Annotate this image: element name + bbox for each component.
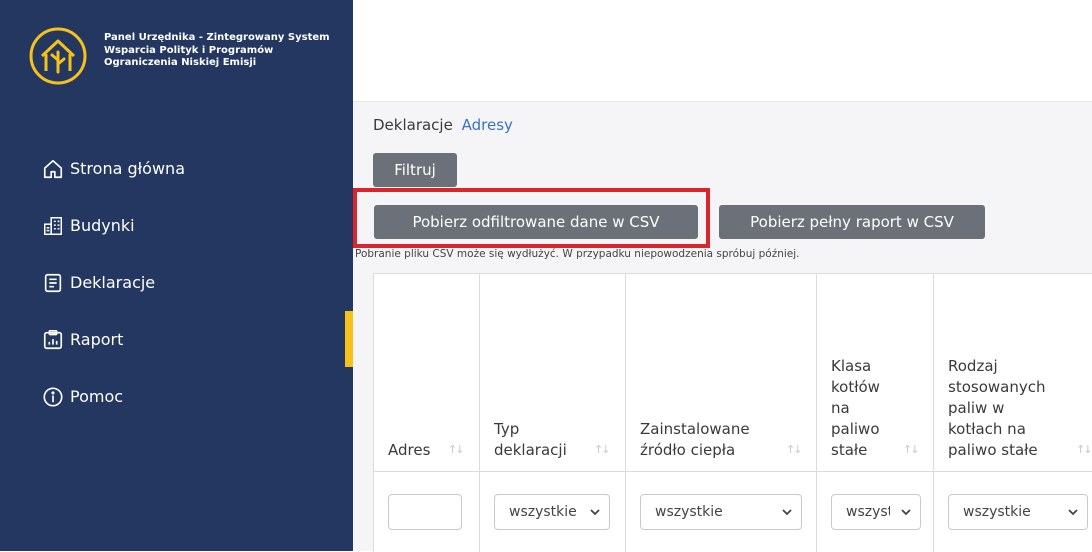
sidebar-item-pomoc[interactable]: Pomoc	[0, 368, 353, 425]
select-value: wszystkie	[963, 504, 1031, 520]
breadcrumb-link-adresy[interactable]: Adresy	[462, 116, 513, 134]
breadcrumb-current: Deklaracje	[373, 116, 453, 134]
column-header-text: stosowanych	[948, 378, 1046, 396]
sidebar-nav: Strona główna Budynki Deklaracje Raport …	[0, 140, 353, 425]
home-icon	[43, 159, 63, 178]
column-header-text: na	[831, 399, 850, 417]
brand[interactable]: Panel Urzędnika - Zintegrowany System Ws…	[20, 16, 340, 116]
sort-icon[interactable]: ↑↓	[786, 443, 803, 456]
sidebar-item-strona-glowna[interactable]: Strona główna	[0, 140, 353, 197]
sidebar-item-deklaracje[interactable]: Deklaracje	[0, 254, 353, 311]
select-value: wszystkie	[655, 504, 723, 520]
sidebar-item-label: Raport	[70, 330, 124, 349]
column-header-zrodlo-ciepla[interactable]: Zainstalowane źródło ciepła	[640, 419, 750, 461]
column-typ-deklaracji: Typ deklaracji ↑↓ wszystkie	[479, 274, 625, 552]
column-header-text: stałe	[831, 441, 868, 459]
sidebar-item-label: Budynki	[70, 216, 135, 235]
report-icon	[43, 329, 63, 349]
building-icon	[44, 216, 62, 235]
column-header-text: Klasa	[831, 357, 872, 375]
sidebar: Panel Urzędnika - Zintegrowany System Ws…	[0, 0, 353, 551]
column-zrodlo-ciepla: Zainstalowane źródło ciepła ↑↓ wszystkie	[625, 274, 816, 552]
chevron-down-icon	[590, 509, 600, 516]
column-header-text: Typ	[494, 420, 520, 438]
breadcrumb: Deklaracje Adresy	[373, 116, 513, 134]
column-header-text: kotłach na	[948, 420, 1026, 438]
column-header-text: paliw w	[948, 399, 1005, 417]
column-header-text: Adres	[388, 441, 431, 459]
sort-icon[interactable]: ↑↓	[594, 443, 611, 456]
column-header-typ-deklaracji[interactable]: Typ deklaracji	[494, 419, 567, 461]
column-klasa-kotlow: Klasa kotłów na paliwo stałe ↑↓ wszystki…	[816, 274, 933, 552]
column-adres: Adres ↑↓	[373, 274, 479, 552]
declaration-type-select[interactable]: wszystkie	[494, 494, 610, 530]
declarations-table: Adres ↑↓ Typ deklaracji ↑↓ wszystkie Zai…	[373, 273, 1092, 552]
heat-source-select[interactable]: wszystkie	[640, 494, 802, 530]
column-header-klasa-kotlow[interactable]: Klasa kotłów na paliwo stałe	[831, 356, 880, 461]
top-bar	[353, 0, 1092, 102]
column-header-adres[interactable]: Adres	[388, 440, 430, 461]
sort-icon[interactable]: ↑↓	[448, 443, 465, 456]
sort-icon[interactable]: ↑↓	[1076, 443, 1092, 456]
column-header-text: źródło ciepła	[640, 441, 736, 459]
main-content: Deklaracje Adresy Filtruj Pobierz odfilt…	[353, 102, 1092, 552]
chevron-down-icon	[901, 509, 911, 516]
boiler-class-select[interactable]: wszystkie	[831, 494, 921, 530]
select-value: wszystkie	[846, 504, 890, 520]
column-header-text: paliwo stałe	[948, 441, 1038, 459]
sidebar-item-budynki[interactable]: Budynki	[0, 197, 353, 254]
brand-title: Panel Urzędnika - Zintegrowany System Ws…	[104, 32, 330, 68]
sidebar-item-label: Pomoc	[70, 387, 124, 406]
csv-download-note: Pobranie pliku CSV może się wydłużyć. W …	[355, 248, 800, 260]
filter-button[interactable]: Filtruj	[373, 153, 457, 187]
fuel-type-select[interactable]: wszystkie	[948, 494, 1088, 530]
sidebar-item-label: Strona główna	[70, 159, 185, 178]
info-icon	[43, 386, 63, 407]
column-header-rodzaj-paliw[interactable]: Rodzaj stosowanych paliw w kotłach na pa…	[948, 356, 1045, 461]
download-filtered-csv-button[interactable]: Pobierz odfiltrowane dane w CSV	[374, 205, 698, 239]
sidebar-item-raport[interactable]: Raport	[0, 311, 353, 368]
document-icon	[44, 273, 62, 292]
chevron-down-icon	[1068, 509, 1078, 516]
address-filter-input[interactable]	[388, 494, 462, 530]
column-header-text: Zainstalowane	[640, 420, 750, 438]
logo-icon	[29, 27, 87, 85]
chevron-down-icon	[782, 509, 792, 516]
column-header-text: kotłów	[831, 378, 880, 396]
column-header-text: deklaracji	[494, 441, 567, 459]
column-header-text: paliwo	[831, 420, 880, 438]
column-rodzaj-paliw: Rodzaj stosowanych paliw w kotłach na pa…	[933, 274, 1092, 552]
select-value: wszystkie	[509, 504, 577, 520]
download-full-report-csv-button[interactable]: Pobierz pełny raport w CSV	[719, 205, 985, 239]
sort-icon[interactable]: ↑↓	[903, 443, 920, 456]
column-header-text: Rodzaj	[948, 357, 998, 375]
sidebar-item-label: Deklaracje	[70, 273, 156, 292]
